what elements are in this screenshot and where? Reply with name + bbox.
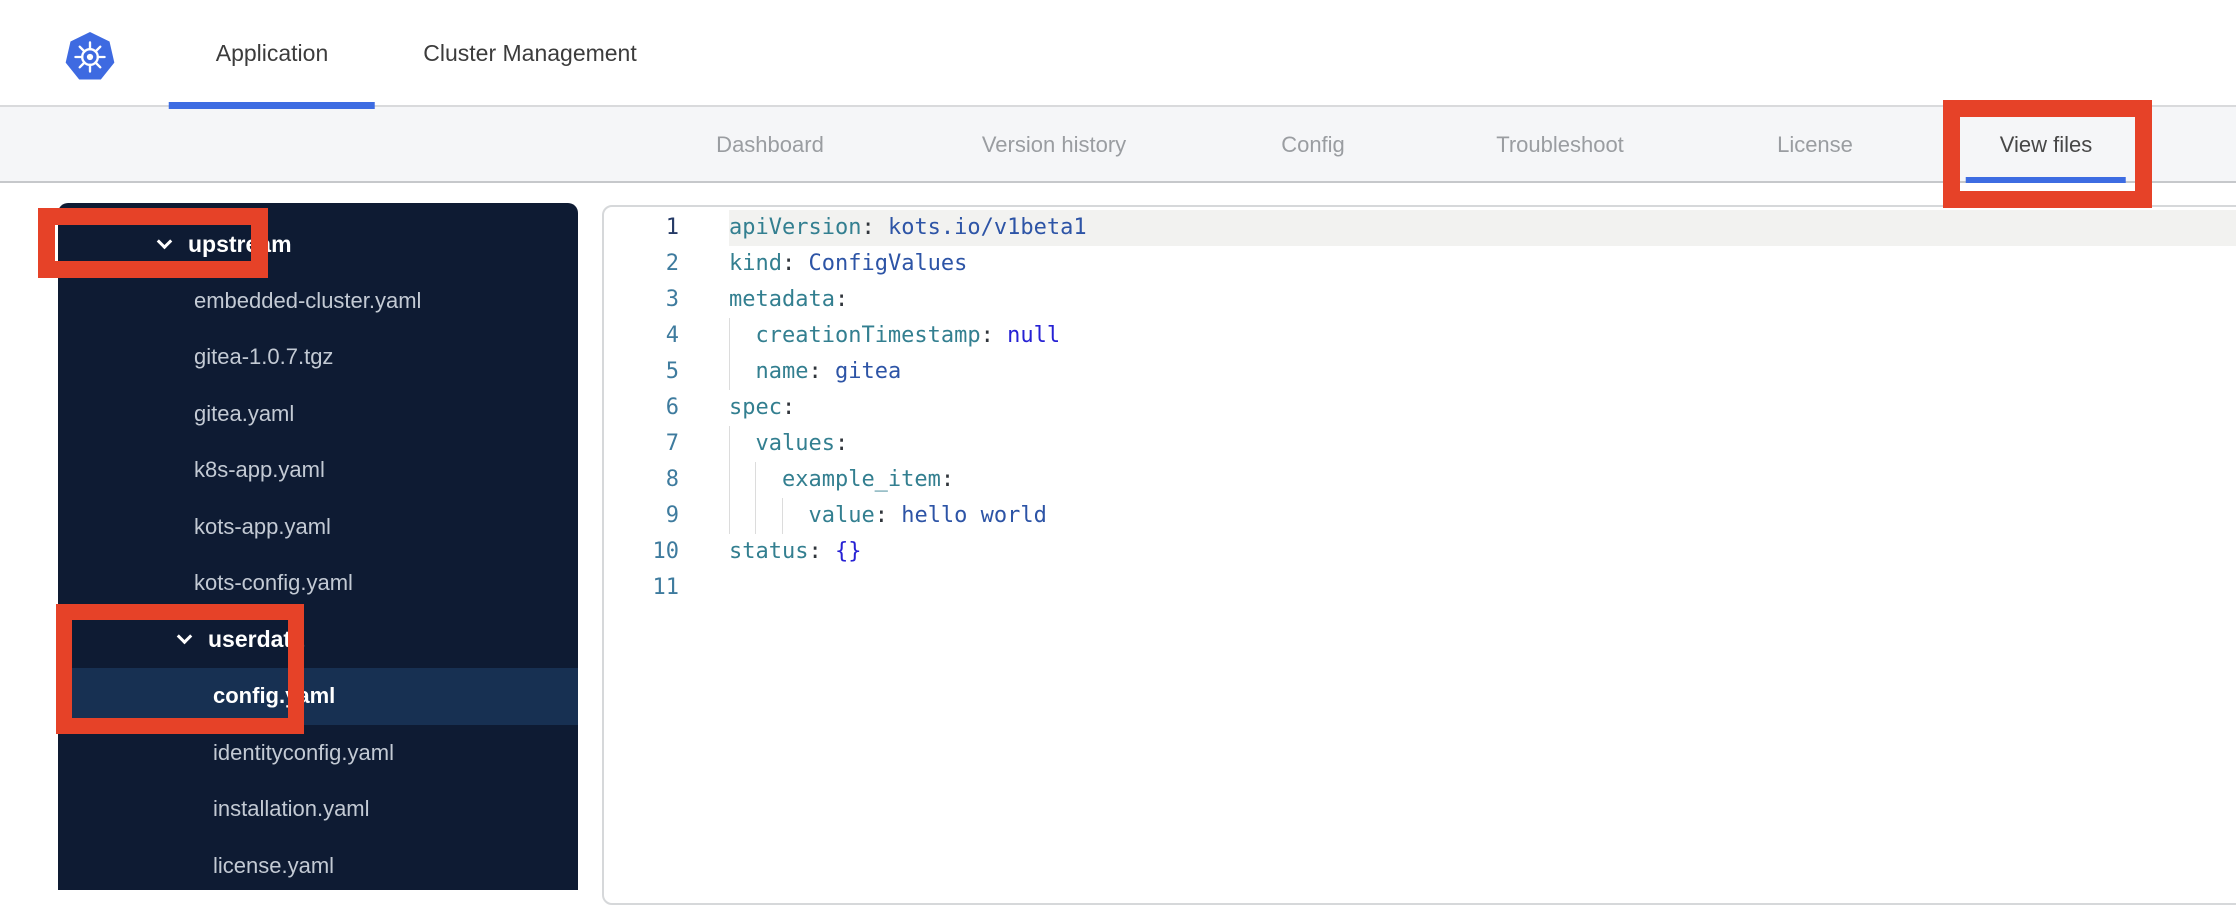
line-number: 4 [665,323,679,348]
subnav-label: Dashboard [716,132,824,157]
tree-file-installation-yaml[interactable]: installation.yaml [58,781,578,838]
active-tab-underline [169,102,375,109]
line-number: 9 [665,503,679,528]
line-number: 2 [665,251,679,276]
tree-file-config-yaml[interactable]: config.yaml [58,668,578,725]
tree-folder-userdata[interactable]: userdata [58,612,578,669]
active-subnav-underline [1966,177,2126,183]
code-area: apiVersion: kots.io/v1beta1 kind: Config… [679,210,2236,903]
subnav-label: License [1777,132,1853,157]
tab-cluster-management[interactable]: Cluster Management [423,0,637,107]
tree-file-license-yaml[interactable]: license.yaml [58,838,578,891]
code-line: value: hello world [729,498,2236,534]
tree-file-kots-app-yaml[interactable]: kots-app.yaml [58,499,578,556]
code-line: status: {} [729,539,862,564]
folder-label: userdata [208,626,304,653]
line-number: 11 [652,575,680,600]
subnav-label: Troubleshoot [1496,132,1624,157]
line-number: 8 [665,467,679,492]
file-label: license.yaml [213,852,335,878]
file-label: gitea-1.0.7.tgz [194,344,334,370]
code-line: values: [729,426,2236,462]
file-label: identityconfig.yaml [213,739,394,765]
app-subnav: Dashboard Version history Config Trouble… [0,107,2236,183]
subnav-tab-version-history[interactable]: Version history [982,107,1126,183]
file-label: embedded-cluster.yaml [194,287,422,313]
kubernetes-logo-icon [64,27,116,87]
file-label: kots-config.yaml [194,570,353,596]
line-number: 7 [665,431,679,456]
chevron-down-icon [156,233,173,250]
file-tree-sidebar: upstream embedded-cluster.yaml gitea-1.0… [58,203,578,890]
chevron-down-icon [176,628,193,645]
subnav-label: Config [1281,132,1345,157]
tree-file-embedded-cluster-yaml[interactable]: embedded-cluster.yaml [58,273,578,330]
app-header: Application Cluster Management [0,0,2236,109]
line-number: 3 [665,287,679,312]
subnav-tab-troubleshoot[interactable]: Troubleshoot [1496,107,1624,183]
yaml-file-viewer[interactable]: 1 2 3 4 5 6 7 8 9 10 11 apiVersion: kots… [602,205,2236,905]
code-line: example_item: [729,462,2236,498]
line-number: 6 [665,395,679,420]
tree-file-k8s-app-yaml[interactable]: k8s-app.yaml [58,442,578,499]
folder-label: upstream [188,230,292,257]
file-label: installation.yaml [213,796,370,822]
code-line: apiVersion: kots.io/v1beta1 [729,210,2236,246]
tab-application-label: Application [215,40,329,66]
tree-file-gitea-tgz[interactable]: gitea-1.0.7.tgz [58,329,578,386]
tab-application[interactable]: Application [169,0,375,109]
code-line: kind: ConfigValues [729,251,968,276]
file-label: k8s-app.yaml [194,457,325,483]
tree-file-gitea-yaml[interactable]: gitea.yaml [58,386,578,443]
line-number: 5 [665,359,679,384]
subnav-label: View files [1999,132,2093,157]
line-number: 1 [665,215,679,240]
subnav-tab-dashboard[interactable]: Dashboard [716,107,824,183]
tree-file-kots-config-yaml[interactable]: kots-config.yaml [58,555,578,612]
file-label: gitea.yaml [194,400,295,426]
subnav-tab-view-files[interactable]: View files [1966,107,2126,183]
file-label: kots-app.yaml [194,513,331,539]
line-number: 10 [652,539,680,564]
tree-folder-upstream[interactable]: upstream [58,216,578,273]
code-line: creationTimestamp: null [729,318,2236,354]
subnav-tab-license[interactable]: License [1777,107,1853,183]
file-label: config.yaml [213,683,336,709]
code-line: metadata: [729,287,849,312]
tree-file-identityconfig-yaml[interactable]: identityconfig.yaml [58,725,578,782]
tab-cluster-management-label: Cluster Management [423,40,637,66]
subnav-tab-config[interactable]: Config [1281,107,1345,183]
code-line: name: gitea [729,354,2236,390]
code-line: spec: [729,395,796,420]
line-number-gutter: 1 2 3 4 5 6 7 8 9 10 11 [604,210,680,903]
subnav-label: Version history [981,132,1127,157]
